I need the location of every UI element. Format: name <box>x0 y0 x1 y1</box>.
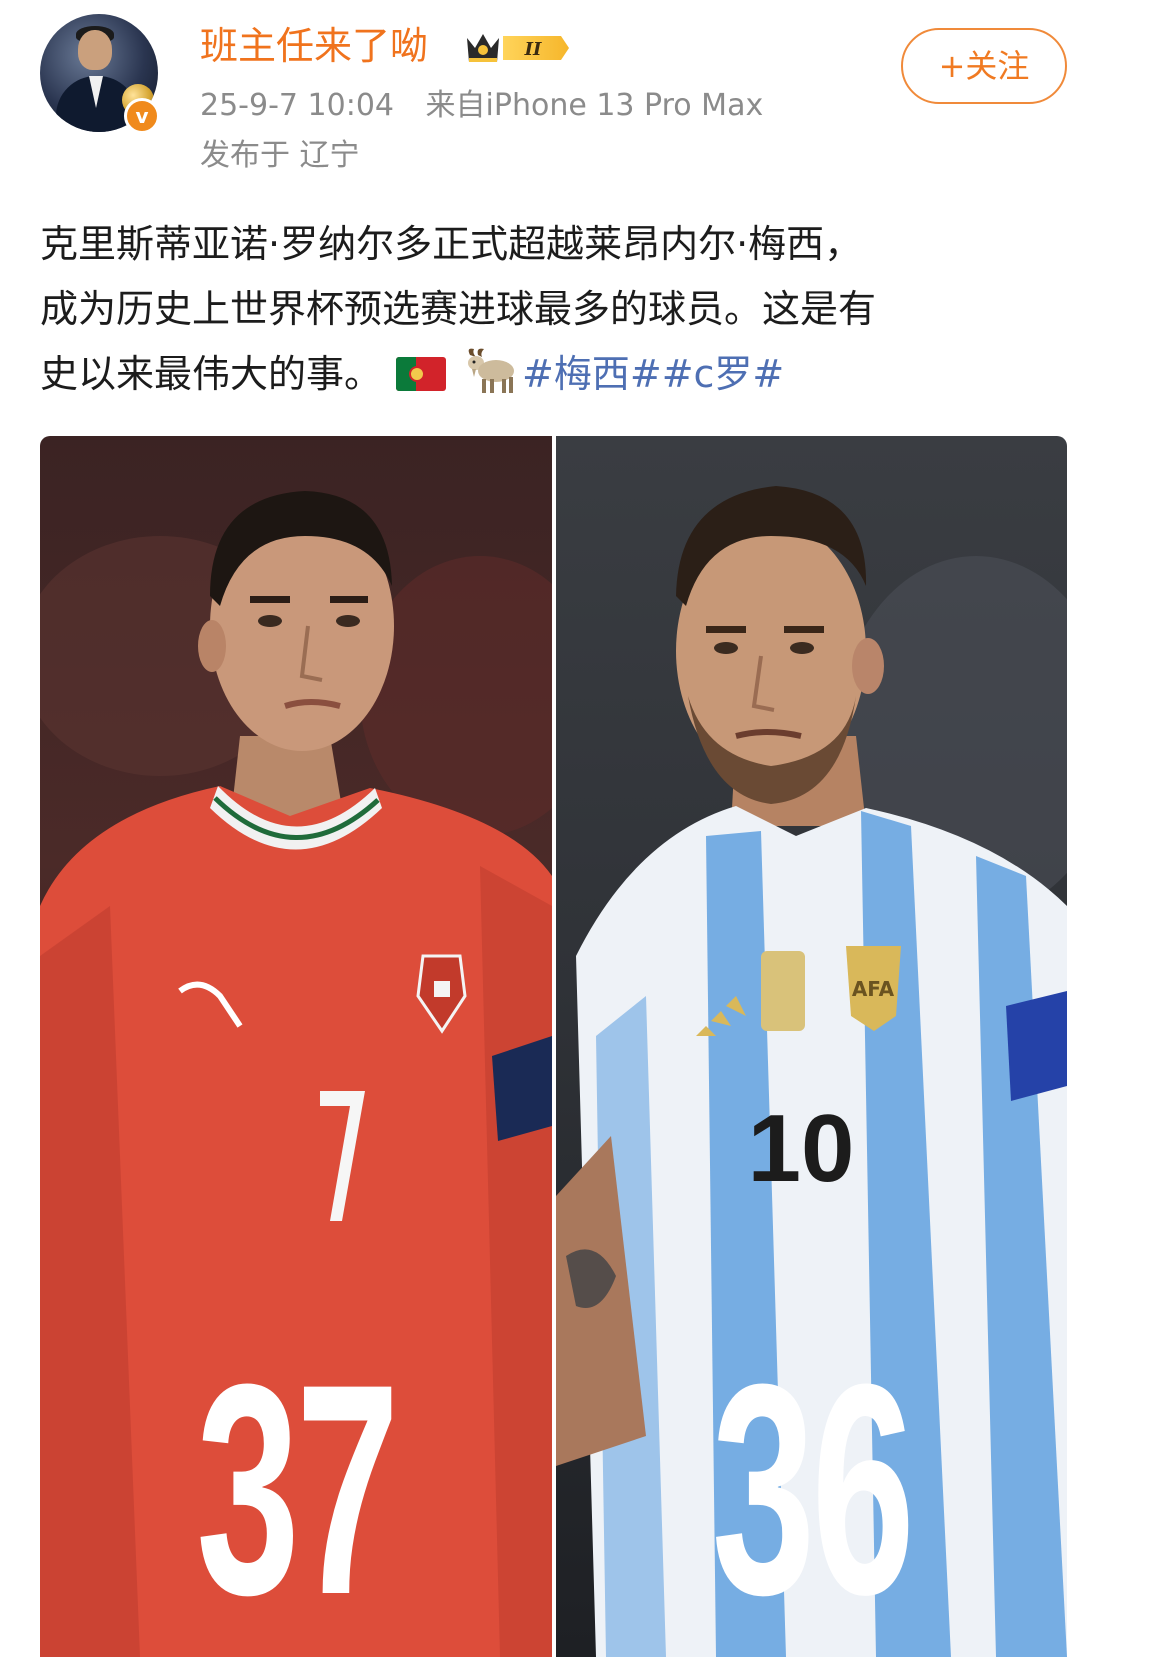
svg-text:AFA: AFA <box>852 977 895 1001</box>
post-text-line-last: 史以来最伟大的事。 #梅西##c罗# <box>40 342 1040 407</box>
messi-jersey-number: 10 <box>748 1095 855 1202</box>
messi-goal-count: 36 <box>711 1321 915 1657</box>
post-source: 来自iPhone 13 Pro Max <box>425 88 764 123</box>
hashtags-link[interactable]: #梅西##c罗# <box>522 352 784 396</box>
follow-button[interactable]: +关注 <box>901 28 1067 104</box>
verified-icon: v <box>124 98 160 134</box>
post-image-left[interactable]: 37 <box>40 436 552 1657</box>
goat-icon <box>468 348 515 393</box>
post-text-line: 克里斯蒂亚诺·罗纳尔多正式超越莱昂内尔·梅西， <box>40 222 863 266</box>
member-level-icon[interactable]: II <box>463 28 573 68</box>
post-text: 克里斯蒂亚诺·罗纳尔多正式超越莱昂内尔·梅西， 成为历史上世界杯预选赛进球最多的… <box>40 212 1040 407</box>
member-level-text: II <box>524 39 542 60</box>
post-image-right[interactable]: AFA 10 36 <box>556 436 1067 1657</box>
post-meta: 25-9-7 10:04 来自iPhone 13 Pro Max <box>200 84 785 128</box>
post-timestamp: 25-9-7 10:04 <box>200 88 394 123</box>
portugal-flag-icon <box>396 357 447 391</box>
post-location: 发布于 辽宁 <box>200 138 360 173</box>
ronaldo-goal-count: 37 <box>196 1321 399 1657</box>
post-text-segment: 史以来最伟大的事。 <box>40 352 383 396</box>
username[interactable]: 班主任来了呦 <box>200 20 428 72</box>
weibo-post: v 班主任来了呦 II 25-9-7 10:04 来自iPhone 13 Pro… <box>0 0 1170 1657</box>
post-text-line: 成为历史上世界杯预选赛进球最多的球员。这是有 <box>40 287 877 331</box>
